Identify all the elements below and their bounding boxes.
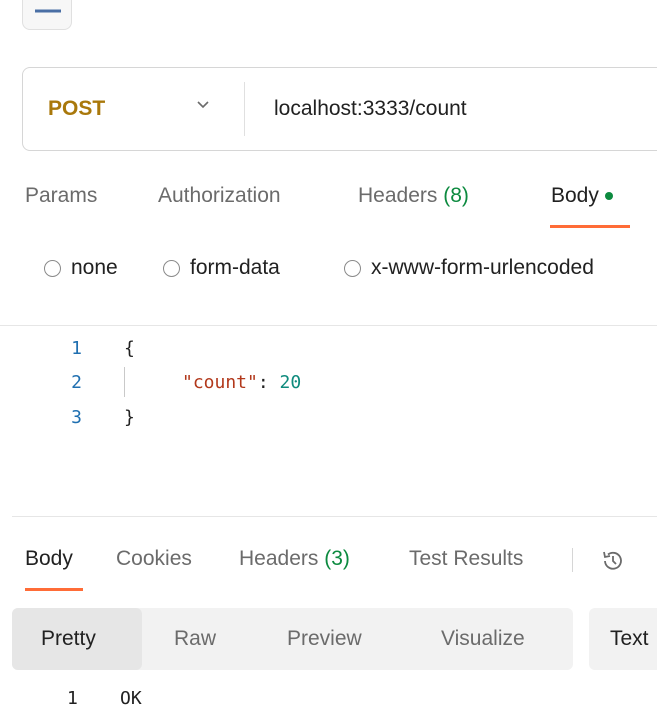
method-select[interactable]: POST	[48, 97, 105, 121]
json-value: 20	[279, 372, 302, 393]
response-tab-cookies[interactable]: Cookies	[116, 547, 192, 571]
radio-none[interactable]: none	[44, 256, 118, 280]
radio-form-data[interactable]: form-data	[163, 256, 280, 280]
response-tab-body[interactable]: Body	[25, 547, 73, 571]
json-colon: :	[257, 372, 280, 393]
format-select-label[interactable]: Text	[610, 627, 649, 651]
response-body-text: OK	[120, 688, 142, 709]
body-indicator-dot	[604, 192, 613, 201]
response-tab-test-results[interactable]: Test Results	[409, 547, 523, 571]
code-line: "count": 20	[182, 372, 301, 393]
tab-body-label: Body	[551, 184, 599, 207]
arrow-left-icon	[35, 9, 61, 13]
response-headers-count: (3)	[324, 547, 350, 570]
divider	[244, 82, 245, 136]
view-pretty-label[interactable]: Pretty	[41, 627, 96, 651]
active-tab-indicator	[25, 588, 83, 591]
divider	[12, 516, 657, 517]
active-tab-indicator	[550, 225, 630, 228]
radio-circle-icon	[163, 259, 180, 277]
code-line: {	[124, 338, 135, 359]
radio-none-label: none	[71, 256, 118, 279]
back-button[interactable]	[22, 0, 72, 30]
history-icon[interactable]	[599, 547, 627, 575]
radio-form-data-label: form-data	[190, 256, 280, 279]
indent-guide	[124, 367, 125, 397]
headers-count: (8)	[443, 184, 469, 207]
response-tab-headers[interactable]: Headers (3)	[239, 547, 350, 571]
url-input[interactable]: localhost:3333/count	[274, 97, 467, 121]
response-tab-headers-label: Headers	[239, 547, 319, 570]
code-line: }	[124, 407, 135, 428]
line-number: 2	[71, 372, 82, 393]
chevron-down-icon[interactable]	[196, 100, 210, 110]
view-visualize-button[interactable]: Visualize	[441, 627, 525, 651]
line-number: 3	[71, 407, 82, 428]
divider	[572, 548, 573, 572]
json-key: "count"	[182, 372, 258, 393]
tab-headers[interactable]: Headers (8)	[358, 184, 469, 208]
tab-headers-label: Headers	[358, 184, 438, 207]
line-number: 1	[71, 338, 82, 359]
divider	[0, 325, 657, 326]
request-bar: POST localhost:3333/count	[22, 67, 657, 151]
radio-circle-icon	[44, 259, 61, 277]
view-raw-button[interactable]: Raw	[174, 627, 216, 651]
tab-body[interactable]: Body	[551, 184, 613, 208]
radio-urlencoded-label: x-www-form-urlencoded	[371, 256, 594, 279]
radio-circle-icon	[344, 259, 361, 277]
radio-urlencoded[interactable]: x-www-form-urlencoded	[344, 256, 594, 280]
tab-params[interactable]: Params	[25, 184, 97, 208]
view-preview-button[interactable]: Preview	[287, 627, 362, 651]
tab-authorization[interactable]: Authorization	[158, 184, 281, 208]
line-number: 1	[67, 688, 78, 709]
